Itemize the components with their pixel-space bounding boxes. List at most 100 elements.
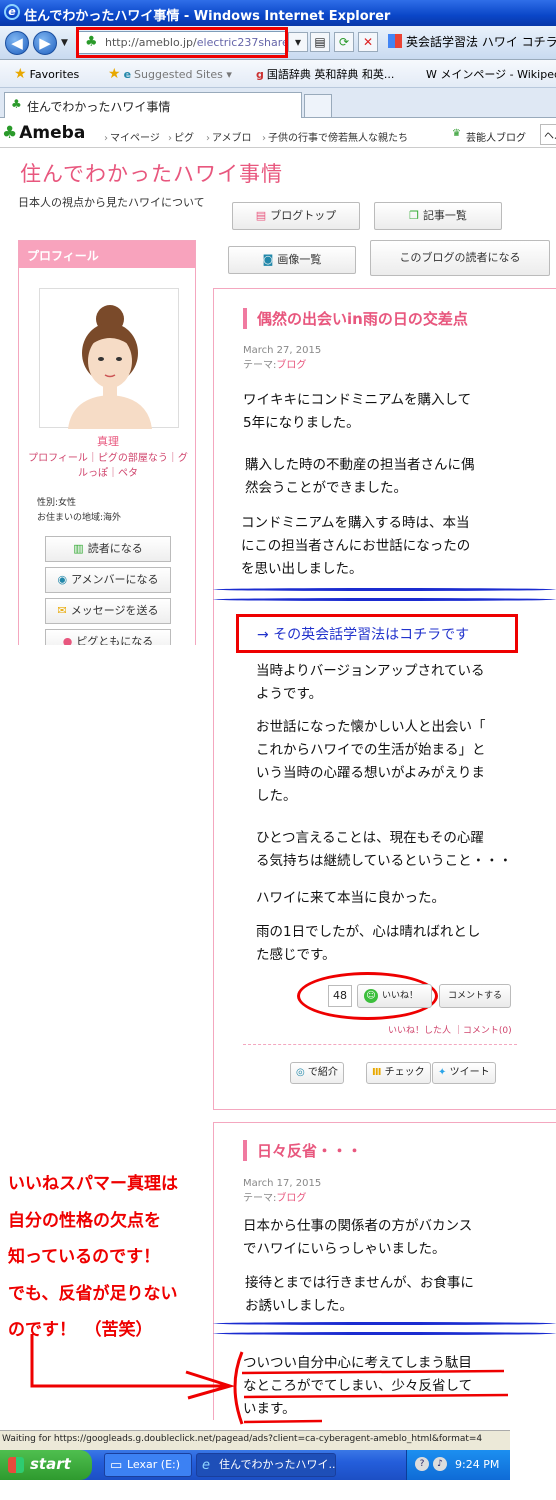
article-list-button[interactable]: ❐ 記事一覧 bbox=[374, 202, 502, 230]
stop-icon[interactable]: ✕ bbox=[358, 32, 378, 52]
become-reader-label: このブログの読者になる bbox=[399, 251, 521, 264]
like-comment-links[interactable]: いいね！した人 ｜コメント(0) bbox=[388, 1023, 512, 1036]
suggested-sites-link[interactable]: ★ e Suggested Sites ▾ bbox=[108, 66, 232, 82]
profile-avatar[interactable] bbox=[39, 288, 179, 429]
comment-button[interactable]: コメントする bbox=[439, 984, 511, 1008]
dictionary-link[interactable]: g 国語辞典 英和辞典 和英... bbox=[256, 66, 394, 82]
camera-icon: ◙ bbox=[262, 253, 274, 266]
compatibility-icon[interactable]: ▤ bbox=[310, 32, 330, 52]
entry-2-theme-prefix: テーマ: bbox=[243, 1193, 277, 1204]
start-button[interactable]: start bbox=[0, 1450, 92, 1480]
windows-flag-icon bbox=[8, 1457, 24, 1473]
address-dropdown-icon[interactable]: ▾ bbox=[288, 32, 308, 52]
profile-area: お住まいの地域:海外 bbox=[37, 513, 122, 523]
news-link[interactable]: 子供の行事で傍若無人な親たち bbox=[262, 129, 408, 144]
entry-2-title[interactable]: 日々反省・・・ bbox=[243, 1140, 362, 1161]
person-icon: ◉ bbox=[57, 573, 68, 586]
navigation-bar: ◀ ▶ ▼ ♣ http://ameblo.jp/electric237shar… bbox=[0, 26, 556, 60]
blue-wave-line bbox=[213, 588, 556, 591]
text-line: る気持ちは継続しているということ・・・ bbox=[256, 853, 513, 869]
entry-2-theme[interactable]: ブログ bbox=[276, 1193, 306, 1204]
image-list-button[interactable]: ◙ 画像一覧 bbox=[228, 246, 356, 274]
share-label: で紹介 bbox=[307, 1067, 338, 1078]
check-button[interactable]: Ⅲ チェック bbox=[366, 1062, 431, 1084]
back-button[interactable]: ◀ bbox=[5, 31, 29, 55]
entry-2-paragraph: 日本から仕事の関係者の方がバカンス でハワイにいらっしゃいました。 bbox=[243, 1215, 472, 1261]
tweet-button[interactable]: ✦ ツイート bbox=[432, 1062, 496, 1084]
ie-task-icon: e bbox=[202, 1458, 210, 1473]
wikipedia-label: W メインページ - Wikipedia bbox=[426, 68, 556, 81]
check-label: チェック bbox=[384, 1067, 425, 1078]
image-list-label: 画像一覧 bbox=[277, 253, 322, 266]
smile-icon: ☺ bbox=[364, 989, 378, 1003]
entry-1-theme-line: テーマ:ブログ bbox=[243, 358, 321, 373]
blog-top-button[interactable]: ▤ ブログトップ bbox=[232, 202, 360, 230]
entry-1-meta: March 27, 2015 テーマ:ブログ bbox=[243, 343, 321, 373]
new-tab-button[interactable] bbox=[304, 94, 332, 118]
share-button[interactable]: ◎ で紹介 bbox=[290, 1062, 344, 1084]
entry-1-title[interactable]: 偶然の出会いin雨の日の交差点 bbox=[243, 308, 468, 329]
list-icon: ❐ bbox=[409, 209, 419, 222]
blog-title[interactable]: 住んでわかったハワイ事情 bbox=[20, 158, 283, 188]
entry-1-paragraph: ワイキキにコンドミニアムを購入して 5年になりました。 bbox=[243, 389, 471, 435]
text-line: 5年になりました。 bbox=[243, 415, 360, 431]
task-ie-label: 住んでわかったハワイ... bbox=[219, 1458, 336, 1471]
entry-1-theme[interactable]: ブログ bbox=[276, 360, 306, 371]
tab-active[interactable]: ♣ 住んでわかったハワイ事情 bbox=[4, 92, 302, 118]
entry-1-paragraph: 雨の1日でしたが、心は晴ればれとし た感じです。 bbox=[256, 921, 480, 967]
wikipedia-link[interactable]: W メインページ - Wikipedia bbox=[426, 66, 556, 82]
text-line: 接待とまでは行きませんが、お食事に bbox=[245, 1275, 474, 1291]
profile-name[interactable]: 真理 bbox=[19, 433, 195, 449]
task-lexar[interactable]: ▭ Lexar (E:) bbox=[104, 1453, 192, 1477]
clock: 9:24 PM bbox=[455, 1458, 500, 1471]
entry-1-paragraph: お世話になった懐かしい人と出会い「 これからハワイでの生活が始まる」と いう当時… bbox=[256, 716, 486, 808]
entry-2-theme-line: テーマ:ブログ bbox=[243, 1191, 321, 1206]
annotation-line: でも、反省が足りない bbox=[8, 1283, 178, 1304]
entry-2-paragraph: 接待とまでは行きませんが、お食事に お誘いしました。 bbox=[245, 1272, 474, 1318]
favorites-button[interactable]: ★ Favorites bbox=[14, 66, 79, 82]
mypage-link[interactable]: マイページ bbox=[104, 129, 160, 144]
search-provider[interactable]: 英会話学習法 ハワイ コチラ bbox=[388, 33, 556, 50]
follow-reader-button[interactable]: ▥ 読者になる bbox=[45, 536, 171, 562]
text-line: いう当時の心躍る想いがよみがえりま bbox=[256, 765, 485, 781]
history-dropdown-icon[interactable]: ▼ bbox=[61, 38, 68, 48]
suggested-label: Suggested Sites ▾ bbox=[134, 68, 232, 81]
taskbar: start ▭ Lexar (E:) e 住んでわかったハワイ... ? ♪ 9:2… bbox=[0, 1450, 510, 1480]
forward-button[interactable]: ▶ bbox=[33, 31, 57, 55]
text-line: 雨の1日でしたが、心は晴ればれとし bbox=[256, 924, 481, 940]
help-link[interactable]: ヘル bbox=[540, 124, 556, 145]
twitter-bird-icon: ✦ bbox=[438, 1067, 447, 1078]
envelope-icon: ✉ bbox=[57, 604, 67, 617]
help-tray-icon[interactable]: ? bbox=[415, 1457, 429, 1471]
text-line: ハワイに来て本当に良かった。 bbox=[256, 890, 445, 906]
text-line: ワイキキにコンドミニアムを購入して bbox=[243, 392, 472, 408]
ameba-clover-icon: ♣ bbox=[2, 123, 18, 143]
refresh-icon[interactable]: ⟳ bbox=[334, 32, 354, 52]
celebrity-blog-link[interactable]: 芸能人ブログ bbox=[466, 129, 526, 144]
entry-2-meta: March 17, 2015 テーマ:ブログ bbox=[243, 1176, 321, 1206]
tab-clover-icon: ♣ bbox=[11, 97, 22, 111]
ameblo-link[interactable]: アメブロ bbox=[206, 129, 252, 144]
blog-description: 日本人の視点から見たハワイについて bbox=[18, 196, 205, 209]
english-method-link[interactable]: → その英会話学習法はコチラです bbox=[236, 614, 518, 653]
system-tray: ? ♪ 9:24 PM bbox=[406, 1450, 510, 1480]
pigg-friend-button[interactable]: ● ピグともになる bbox=[45, 629, 171, 645]
send-message-label: メッセージを送る bbox=[70, 604, 159, 617]
amember-button[interactable]: ◉ アメンバーになる bbox=[45, 567, 171, 593]
add-star-icon: ★ bbox=[108, 66, 121, 82]
ameba-logo[interactable]: ♣ Ameba bbox=[2, 123, 85, 143]
task-ie[interactable]: e 住んでわかったハワイ... bbox=[196, 1453, 336, 1477]
text-line: にこの担当者さんにお世話になったの bbox=[241, 538, 471, 554]
ameba-header: ♣Ameba マイページ ピグ アメブロ 子供の行事で傍若無人な親たち ♛ 芸能… bbox=[0, 120, 556, 148]
pigg-link[interactable]: ピグ bbox=[168, 129, 194, 144]
text-line: 日本から仕事の関係者の方がバカンス bbox=[243, 1218, 473, 1234]
favorites-bar: ★ Favorites ★ e Suggested Sites ▾ g 国語辞典 英和辞… bbox=[0, 60, 556, 88]
text-line: これからハワイでの生活が始まる」と bbox=[256, 742, 486, 758]
entry-divider bbox=[243, 1044, 517, 1045]
volume-tray-icon[interactable]: ♪ bbox=[433, 1457, 447, 1471]
become-reader-button[interactable]: このブログの読者になる bbox=[370, 240, 550, 276]
like-button[interactable]: ☺ いいね！ bbox=[357, 984, 432, 1008]
tab-label: 住んでわかったハワイ事情 bbox=[27, 100, 171, 114]
profile-links[interactable]: プロフィール｜ピグの部屋なう｜グルっぽ｜ペタ bbox=[27, 451, 189, 481]
send-message-button[interactable]: ✉ メッセージを送る bbox=[45, 598, 171, 624]
